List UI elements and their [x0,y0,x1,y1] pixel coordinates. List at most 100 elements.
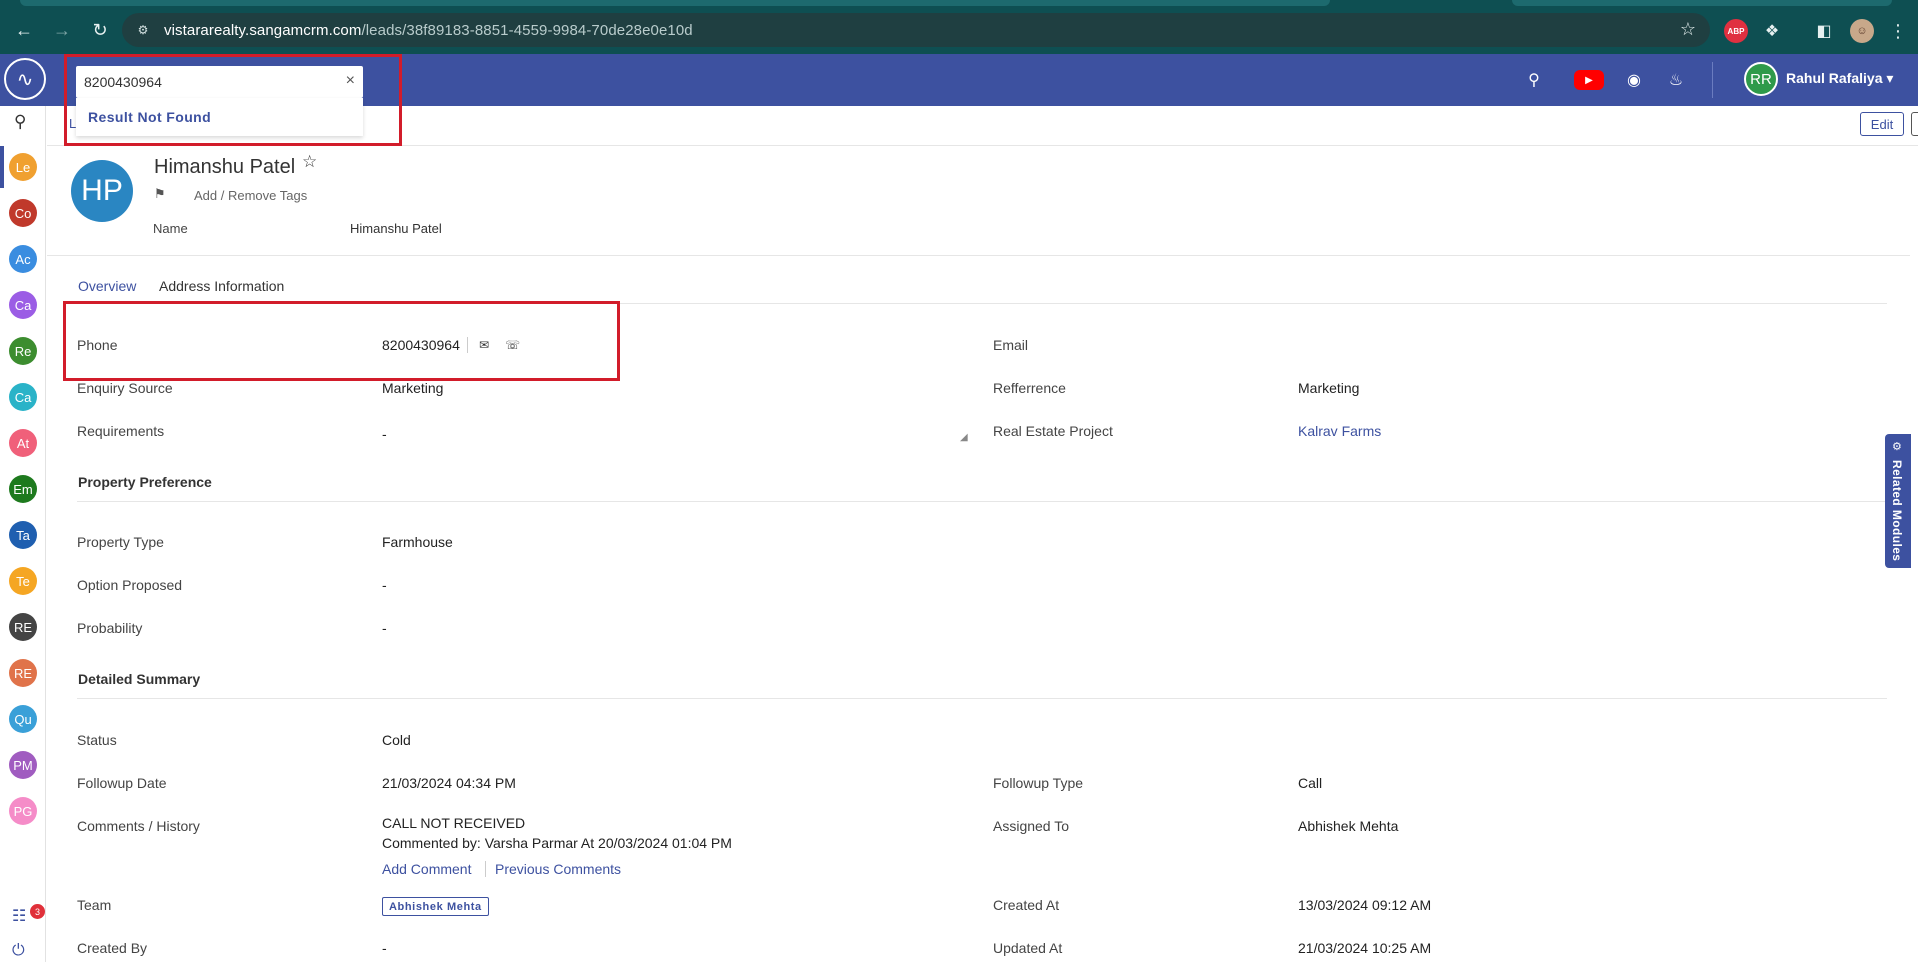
module-em-icon[interactable]: Em [9,475,37,503]
module-le-icon[interactable]: Le [9,153,37,181]
probability-label: Probability [77,620,143,636]
created-by-label: Created By [77,940,148,956]
followup-type-value: Call [1298,775,1323,791]
probability-value: - [382,620,387,636]
url-text: vistararealty.sangamcrm.com/leads/38f891… [164,21,693,39]
module-sidebar: ⚲ Le Co Ac Ca Re Ca At Em Ta Te RE RE Qu PM PG ☷ 3 ⏻ [0,106,46,962]
property-type-label: Property Type [77,534,164,550]
youtube-icon[interactable]: ▶ [1574,70,1604,90]
side-panel-icon[interactable]: ◧ [1812,19,1836,43]
favorite-star-icon[interactable]: ☆ [302,152,317,172]
reference-label: Refferrence [993,380,1066,396]
chat-badge: 3 [30,904,45,919]
user-menu[interactable]: Rahul Rafaliya ▾ [1786,70,1893,87]
created-at-value: 13/03/2024 09:12 AM [1298,897,1432,913]
user-name: Rahul Rafaliya [1786,70,1883,86]
reload-icon[interactable]: ↻ [86,16,114,44]
browser-profile-avatar[interactable]: ☺ [1850,19,1874,43]
property-type-value: Farmhouse [382,534,453,550]
updated-at-value: 21/03/2024 10:25 AM [1298,940,1432,956]
search-highlight-box [64,54,402,146]
globe-icon[interactable]: ◉ [1622,69,1646,91]
team-chip[interactable]: Abhishek Mehta [382,897,489,916]
tab-address-information[interactable]: Address Information [159,278,284,294]
option-proposed-label: Option Proposed [77,577,183,593]
created-at-label: Created At [993,897,1060,913]
module-re-icon[interactable]: RE [9,659,37,687]
requirements-value: - [382,426,387,442]
status-value: Cold [382,732,411,748]
power-icon[interactable]: ⏻ [12,942,25,960]
name-value: Himanshu Patel [350,221,442,236]
search-document-icon[interactable]: ⚲ [1522,69,1546,91]
lead-name: Himanshu Patel [154,156,296,178]
phone-highlight-box [63,301,620,381]
followup-date-value: 21/03/2024 04:34 PM [382,775,516,791]
option-proposed-value: - [382,577,387,593]
active-module-indicator [0,146,4,188]
site-info-icon[interactable]: ⚙ [134,21,152,39]
user-avatar[interactable]: RR [1744,62,1778,96]
header-divider [1712,62,1713,98]
more-actions-button[interactable]: ••• [1911,112,1918,136]
real-estate-project-label: Real Estate Project [993,423,1113,439]
updated-at-label: Updated At [993,940,1063,956]
related-modules-tab[interactable]: ⚙ Related Modules [1885,434,1911,568]
edit-button[interactable]: Edit [1860,112,1904,136]
related-modules-label: Related Modules [1890,460,1904,562]
assigned-to-label: Assigned To [993,818,1070,834]
detailed-summary-title: Detailed Summary [78,671,201,687]
team-label: Team [77,897,112,913]
email-label: Email [993,337,1029,353]
chat-icon[interactable]: ☷ [12,906,26,926]
add-comment-link[interactable]: Add Comment [382,861,471,877]
app-logo-icon[interactable]: ∿ [4,58,46,100]
section-divider [77,698,1887,699]
module-ta-icon[interactable]: Ta [9,521,37,549]
module-at-icon[interactable]: At [9,429,37,457]
tags-icon[interactable]: ⚑ [154,186,166,202]
name-label: Name [153,221,188,236]
chevron-down-icon: ▾ [1886,70,1894,86]
module-co-icon[interactable]: Co [9,199,37,227]
search-icon[interactable]: ⚲ [14,112,26,132]
requirements-label: Requirements [77,423,165,439]
adblock-extension-icon[interactable]: ABP [1724,19,1748,43]
module-pg-icon[interactable]: PG [9,797,37,825]
property-preference-title: Property Preference [78,474,212,490]
module-ca-icon[interactable]: Ca [9,383,37,411]
real-estate-project-link[interactable]: Kalrav Farms [1298,423,1381,439]
section-divider [77,501,1887,502]
status-label: Status [77,732,117,748]
add-remove-tags-link[interactable]: Add / Remove Tags [194,188,307,203]
extensions-icon[interactable]: ❖ [1760,19,1784,43]
tab-overview[interactable]: Overview [78,278,136,294]
comments-history-label: Comments / History [77,818,200,834]
address-bar[interactable]: ⚙ vistararealty.sangamcrm.com/leads/38f8… [122,13,1710,47]
module-te-icon[interactable]: Te [9,567,37,595]
assigned-to-value: Abhishek Mehta [1298,818,1399,834]
browser-toolbar: ← → ↻ ⚙ vistararealty.sangamcrm.com/lead… [0,6,1918,54]
module-ac-icon[interactable]: Ac [9,245,37,273]
followup-type-label: Followup Type [993,775,1084,791]
lead-avatar: HP [71,160,133,222]
bookmark-star-icon[interactable]: ☆ [1680,19,1696,40]
module-qu-icon[interactable]: Qu [9,705,37,733]
link-divider [485,861,486,877]
detail-tabs: Overview Address Information [77,272,1887,304]
followup-date-label: Followup Date [77,775,167,791]
back-icon[interactable]: ← [10,16,38,44]
browser-menu-icon[interactable]: ⋮ [1886,19,1910,43]
module-re-icon[interactable]: RE [9,613,37,641]
enquiry-source-label: Enquiry Source [77,380,173,396]
module-ca-icon[interactable]: Ca [9,291,37,319]
comment-meta: Commented by: Varsha Parmar At 20/03/202… [382,835,732,851]
resize-handle-icon[interactable]: ◢ [960,432,968,443]
related-modules-icon: ⚙ [1892,441,1902,453]
module-pm-icon[interactable]: PM [9,751,37,779]
previous-comments-link[interactable]: Previous Comments [495,861,621,877]
created-by-value: - [382,940,387,956]
notification-bell-icon[interactable]: ♨ [1664,69,1688,91]
forward-icon[interactable]: → [48,16,76,44]
module-re-icon[interactable]: Re [9,337,37,365]
